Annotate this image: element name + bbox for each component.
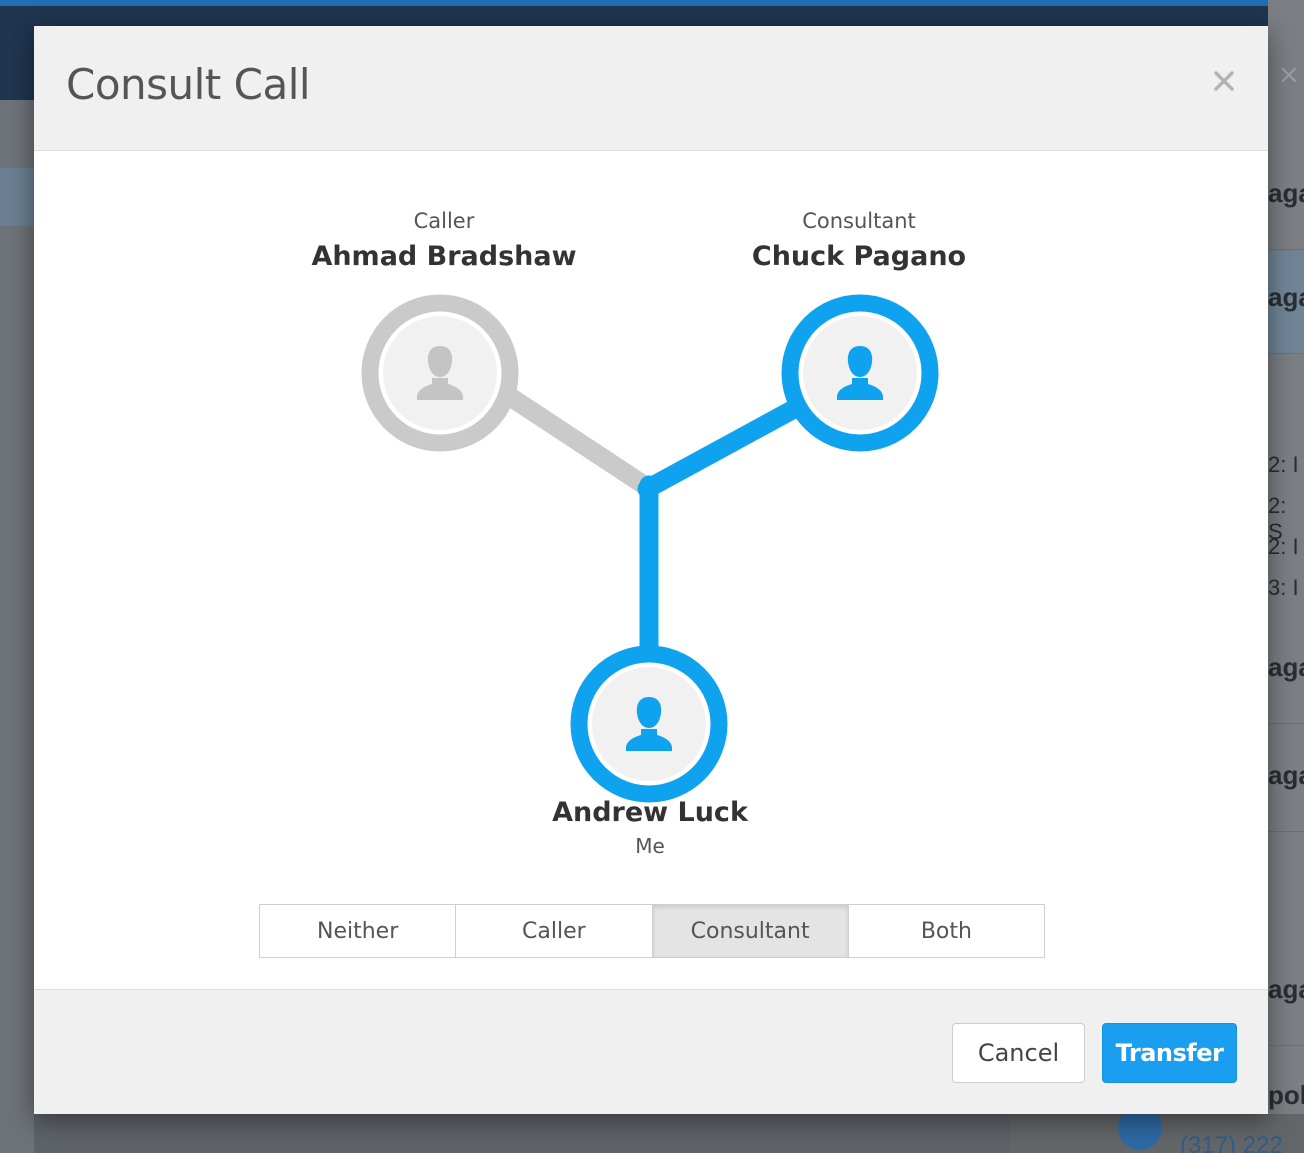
consultant-avatar xyxy=(781,294,939,452)
me-name: Andrew Luck xyxy=(552,797,748,828)
me-avatar xyxy=(570,645,728,803)
background-footer: (317) 222 xyxy=(1010,1106,1304,1153)
background-phone-number: (317) 222 xyxy=(1180,1132,1283,1153)
option-consultant-button[interactable]: Consultant xyxy=(652,905,849,957)
listen-option-group: Neither Caller Consultant Both xyxy=(259,904,1045,958)
transfer-button[interactable]: Transfer xyxy=(1102,1023,1237,1083)
cancel-button[interactable]: Cancel xyxy=(952,1023,1085,1083)
option-caller-button[interactable]: Caller xyxy=(456,905,653,957)
background-left-strip xyxy=(0,168,34,226)
dialog-body: Caller Ahmad Bradshaw Consultant Chuck P… xyxy=(34,151,1268,989)
background-left-panel xyxy=(0,100,34,1153)
option-neither-button[interactable]: Neither xyxy=(260,905,457,957)
consult-call-dialog: Consult Call Caller Ahmad Bradshaw Consu… xyxy=(34,26,1268,1114)
background-log-lines: 2: I 2: S 2: I 3: I xyxy=(1268,452,1299,600)
background-close-icon: × xyxy=(1278,60,1300,90)
background-accent-bar xyxy=(0,0,1304,6)
background-row: aga xyxy=(1268,622,1304,724)
background-right-panel: × aga aga 2: I 2: S 2: I 3: I aga aga ag… xyxy=(1268,0,1304,1153)
background-row: aga xyxy=(1268,944,1304,1046)
background-row: aga xyxy=(1268,252,1304,354)
dialog-title: Consult Call xyxy=(66,60,311,109)
caller-avatar xyxy=(361,294,519,452)
option-both-button[interactable]: Both xyxy=(848,905,1044,957)
dialog-header: Consult Call xyxy=(34,26,1268,151)
dialog-footer: Cancel Transfer xyxy=(34,989,1268,1114)
me-role-label: Me xyxy=(635,834,665,858)
background-row: aga xyxy=(1268,730,1304,832)
background-row: aga xyxy=(1268,148,1304,250)
me-info: Andrew Luck Me xyxy=(480,797,820,858)
close-button[interactable] xyxy=(1207,64,1241,98)
call-connection-diagram xyxy=(361,294,939,803)
close-icon xyxy=(1214,71,1234,91)
